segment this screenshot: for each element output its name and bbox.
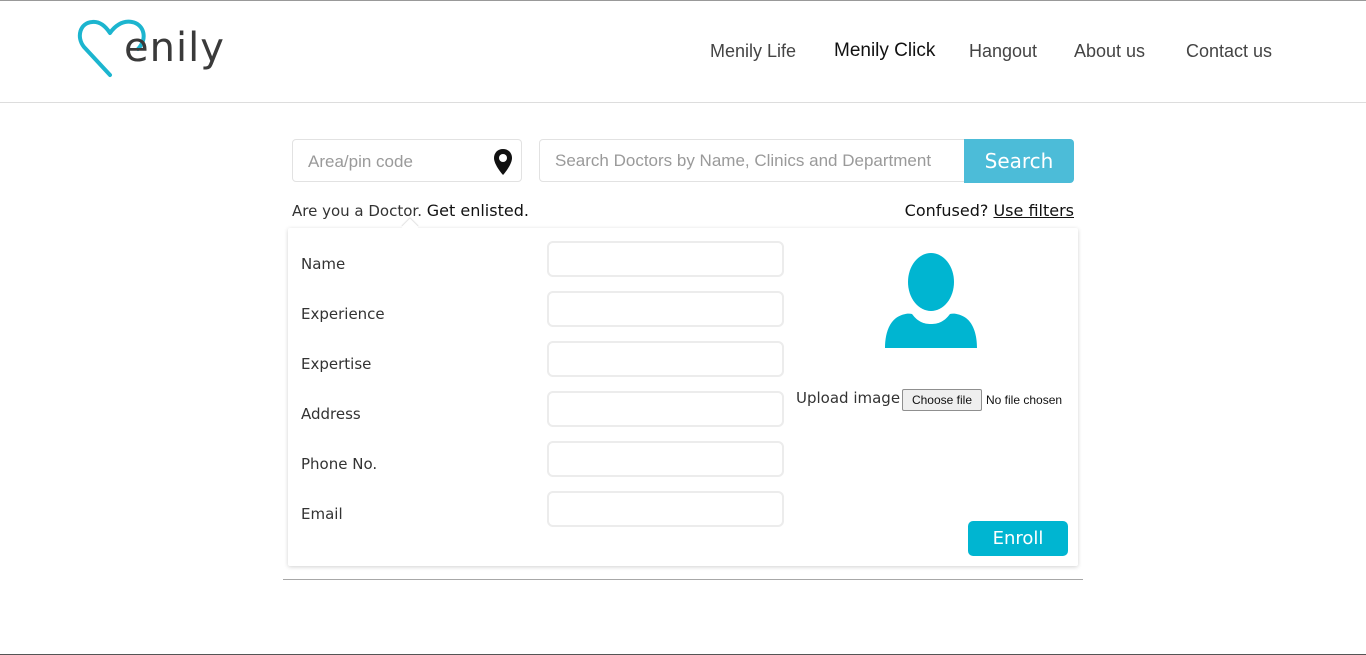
nav-item-hangout[interactable]: Hangout xyxy=(969,41,1037,62)
email-field[interactable] xyxy=(547,491,784,527)
nav-item-menily-click[interactable]: Menily Click xyxy=(834,40,935,62)
user-avatar-icon xyxy=(885,253,977,348)
address-label: Address xyxy=(301,405,361,423)
nav-item-about-us[interactable]: About us xyxy=(1074,41,1145,62)
phone-label: Phone No. xyxy=(301,455,378,473)
experience-label: Experience xyxy=(301,305,385,323)
doctor-question-text: Are you a Doctor. xyxy=(292,202,422,220)
choose-file-button[interactable]: Choose file xyxy=(902,389,982,411)
logo-wordmark: enily xyxy=(124,25,225,71)
phone-field[interactable] xyxy=(547,441,784,477)
enroll-button[interactable]: Enroll xyxy=(968,521,1068,556)
map-pin-icon[interactable] xyxy=(493,148,513,176)
area-pincode-input[interactable] xyxy=(293,140,505,183)
area-search-field xyxy=(292,139,522,183)
name-label: Name xyxy=(301,255,346,273)
address-field[interactable] xyxy=(547,391,784,427)
doctor-search-input[interactable] xyxy=(540,140,968,181)
brand-logo[interactable]: enily xyxy=(76,17,241,87)
expertise-field[interactable] xyxy=(547,341,784,377)
use-filters-link[interactable]: Use filters xyxy=(993,201,1074,220)
nav-item-contact-us[interactable]: Contact us xyxy=(1186,41,1272,62)
page: enily Menily Life Menily Click Hangout A… xyxy=(0,0,1366,655)
enlist-form-card: Name Experience Expertise Address Phone … xyxy=(288,218,1078,566)
bottom-divider xyxy=(283,579,1083,580)
search-button[interactable]: Search xyxy=(964,139,1074,183)
experience-field[interactable] xyxy=(547,291,784,327)
nav-item-menily-life[interactable]: Menily Life xyxy=(710,41,796,62)
expertise-label: Expertise xyxy=(301,355,372,373)
upload-image-label: Upload image xyxy=(796,389,901,407)
get-enlisted-link[interactable]: Get enlisted. xyxy=(427,201,529,220)
card-pointer xyxy=(401,218,419,236)
email-label: Email xyxy=(301,505,343,523)
site-header: enily Menily Life Menily Click Hangout A… xyxy=(0,1,1366,103)
filters-prompt: Confused? Use filters xyxy=(905,201,1074,220)
name-field[interactable] xyxy=(547,241,784,277)
file-status-text: No file chosen xyxy=(986,393,1063,407)
doctor-search-field xyxy=(539,139,969,182)
confused-text: Confused? xyxy=(904,201,989,220)
doctor-prompt: Are you a Doctor. Get enlisted. xyxy=(292,201,529,220)
